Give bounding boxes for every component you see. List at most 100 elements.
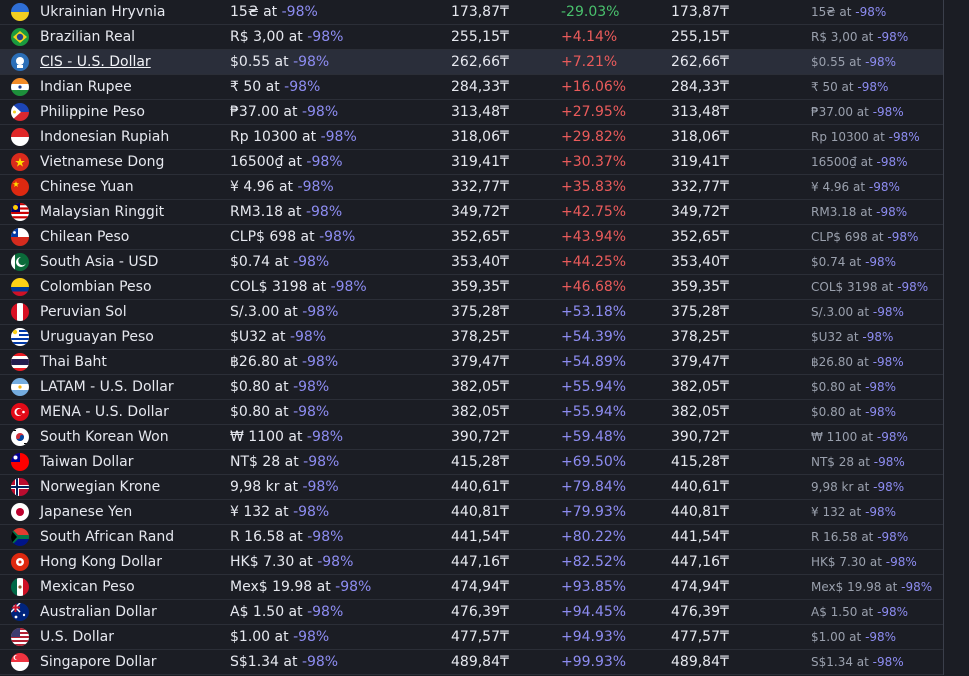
flag-my-icon bbox=[11, 203, 29, 221]
flag-kr-icon bbox=[11, 428, 29, 446]
flag-in-icon bbox=[11, 78, 29, 96]
table-row[interactable]: South Asia - USD $0.74 at -98% 353,40₸ +44.… bbox=[0, 250, 943, 275]
table-row[interactable]: Chinese Yuan ¥ 4.96 at -98% 332,77₸ +35.83%… bbox=[0, 175, 943, 200]
discount-percent: -98% bbox=[306, 428, 344, 445]
converted-price-secondary: 441,54₸ bbox=[671, 528, 729, 545]
original-price: COL$ 3198 at -98% bbox=[230, 275, 367, 300]
table-row[interactable]: South Korean Won ₩ 1100 at -98% 390,72₸ +59… bbox=[0, 425, 943, 450]
table-row[interactable]: CIS - U.S. Dollar $0.55 at -98% 262,66₸ +7.… bbox=[0, 50, 943, 75]
table-row[interactable]: Peruvian Sol S/.3.00 at -98% 375,28₸ +53.18… bbox=[0, 300, 943, 325]
discount-percent-secondary: -98% bbox=[885, 554, 917, 569]
table-row[interactable]: Hong Kong Dollar HK$ 7.30 at -98% 447,16₸ +… bbox=[0, 550, 943, 575]
discount-percent: -98% bbox=[335, 578, 372, 595]
table-row[interactable]: Taiwan Dollar NT$ 28 at -98% 415,28₸ +69.50… bbox=[0, 450, 943, 475]
original-price-secondary: R 16.58 at -98% bbox=[811, 525, 908, 550]
table-row[interactable]: Chilean Peso CLP$ 698 at -98% 352,65₸ +43.9… bbox=[0, 225, 943, 250]
price-text-secondary: 9,98 kr at bbox=[811, 479, 870, 494]
original-price-secondary: 9,98 kr at -98% bbox=[811, 475, 904, 500]
table-row[interactable]: Norwegian Krone 9,98 kr at -98% 440,61₸ +79… bbox=[0, 475, 943, 500]
flag-ua-icon bbox=[11, 3, 29, 21]
flag-th-icon bbox=[11, 353, 29, 371]
flag-jp-icon bbox=[11, 503, 29, 521]
price-difference: +42.75% bbox=[561, 203, 627, 220]
table-row[interactable]: Vietnamese Dong 16500₫ at -98% 319,41₸ +30.… bbox=[0, 150, 943, 175]
original-price-secondary: $0.55 at -98% bbox=[811, 50, 896, 75]
converted-price: 474,94₸ bbox=[451, 578, 509, 595]
original-price-secondary: $0.80 at -98% bbox=[811, 375, 896, 400]
table-row[interactable]: Indonesian Rupiah Rp 10300 at -98% 318,06₸… bbox=[0, 125, 943, 150]
region-name: Uruguayan Peso bbox=[40, 329, 154, 345]
region-name[interactable]: CIS - U.S. Dollar bbox=[40, 50, 151, 75]
converted-price-secondary: 390,72₸ bbox=[671, 428, 729, 445]
original-price: ₩ 1100 at -98% bbox=[230, 425, 343, 450]
discount-percent: -98% bbox=[307, 28, 344, 45]
original-price-secondary: Mex$ 19.98 at -98% bbox=[811, 575, 932, 600]
discount-percent: -98% bbox=[307, 528, 344, 545]
price-text: S$1.34 at bbox=[230, 653, 298, 670]
table-row[interactable]: Brazilian Real R$ 3,00 at -98% 255,15₸ +4.1… bbox=[0, 25, 943, 50]
original-price: R 16.58 at -98% bbox=[230, 525, 343, 550]
price-text-secondary: NT$ 28 at bbox=[811, 454, 870, 469]
discount-percent-secondary: -98% bbox=[876, 204, 908, 219]
table-row[interactable]: U.S. Dollar $1.00 at -98% 477,57₸ +94.93% 47… bbox=[0, 625, 943, 650]
converted-price: 255,15₸ bbox=[451, 28, 509, 45]
table-row[interactable]: Malaysian Ringgit RM3.18 at -98% 349,72₸ +4… bbox=[0, 200, 943, 225]
price-difference: +7.21% bbox=[561, 53, 618, 70]
table-row[interactable]: Mexican Peso Mex$ 19.98 at -98% 474,94₸ +93… bbox=[0, 575, 943, 600]
converted-price-secondary: 382,05₸ bbox=[671, 403, 729, 420]
table-row[interactable]: Japanese Yen ¥ 132 at -98% 440,81₸ +79.93% 4… bbox=[0, 500, 943, 525]
price-text: S/.3.00 at bbox=[230, 303, 298, 320]
table-row[interactable]: Colombian Peso COL$ 3198 at -98% 359,35₸ +4… bbox=[0, 275, 943, 300]
converted-price-secondary: 476,39₸ bbox=[671, 603, 729, 620]
table-row[interactable]: MENA - U.S. Dollar $0.80 at -98% 382,05₸ +5… bbox=[0, 400, 943, 425]
discount-percent: -98% bbox=[293, 628, 330, 645]
original-price: 15₴ at -98% bbox=[230, 0, 318, 25]
region-name: U.S. Dollar bbox=[40, 629, 114, 645]
discount-percent: -98% bbox=[297, 178, 334, 195]
original-price: $0.74 at -98% bbox=[230, 250, 329, 275]
flag-hk-icon bbox=[11, 553, 29, 571]
table-row[interactable]: LATAM - U.S. Dollar $0.80 at -98% 382,05₸ +… bbox=[0, 375, 943, 400]
converted-price-secondary: 440,61₸ bbox=[671, 478, 729, 495]
price-difference: +43.94% bbox=[561, 228, 627, 245]
original-price: CLP$ 698 at -98% bbox=[230, 225, 355, 250]
flag-ph-icon bbox=[11, 103, 29, 121]
price-text-secondary: $0.80 at bbox=[811, 404, 862, 419]
discount-percent: -98% bbox=[293, 53, 330, 70]
converted-price-secondary: 353,40₸ bbox=[671, 253, 729, 270]
table-row[interactable]: Thai Baht ฿26.80 at -98% 379,47₸ +54.89% 379… bbox=[0, 350, 943, 375]
table-row[interactable]: Ukrainian Hryvnia 15₴ at -98% 173,87₸ -29.0… bbox=[0, 0, 943, 25]
table-row[interactable]: Singapore Dollar S$1.34 at -98% 489,84₸ +99… bbox=[0, 650, 943, 675]
discount-percent: -98% bbox=[306, 153, 343, 170]
table-row[interactable]: Philippine Peso ₱37.00 at -98% 313,48₸ +27.… bbox=[0, 100, 943, 125]
table-row[interactable]: South African Rand R 16.58 at -98% 441,54₸… bbox=[0, 525, 943, 550]
original-price-secondary: RM3.18 at -98% bbox=[811, 200, 907, 225]
price-text-secondary: R 16.58 at bbox=[811, 529, 874, 544]
discount-percent: -98% bbox=[302, 478, 339, 495]
price-text: R$ 3,00 at bbox=[230, 28, 303, 45]
price-difference: +53.18% bbox=[561, 303, 627, 320]
discount-percent-secondary: -98% bbox=[901, 579, 933, 594]
price-text: 15₴ at bbox=[230, 3, 278, 20]
table-row[interactable]: Indian Rupee ₹ 50 at -98% 284,33₸ +16.06% 28… bbox=[0, 75, 943, 100]
region-name: Vietnamese Dong bbox=[40, 154, 165, 170]
original-price-secondary: $0.80 at -98% bbox=[811, 400, 896, 425]
region-name: Indonesian Rupiah bbox=[40, 129, 170, 145]
price-difference: +35.83% bbox=[561, 178, 627, 195]
original-price: ฿26.80 at -98% bbox=[230, 350, 338, 375]
table-row[interactable]: Australian Dollar A$ 1.50 at -98% 476,39₸ +… bbox=[0, 600, 943, 625]
original-price-secondary: $1.00 at -98% bbox=[811, 625, 896, 650]
price-text: ¥ 4.96 at bbox=[230, 178, 294, 195]
region-name: Norwegian Krone bbox=[40, 479, 161, 495]
discount-percent-secondary: -98% bbox=[877, 604, 909, 619]
table-row[interactable]: Uruguayan Peso $U32 at -98% 378,25₸ +54.39%… bbox=[0, 325, 943, 350]
converted-price: 284,33₸ bbox=[451, 78, 509, 95]
flag-uy-icon bbox=[11, 328, 29, 346]
region-name: Chilean Peso bbox=[40, 229, 130, 245]
price-difference: +55.94% bbox=[561, 403, 627, 420]
original-price-secondary: ¥ 4.96 at -98% bbox=[811, 175, 900, 200]
converted-price: 378,25₸ bbox=[451, 328, 509, 345]
flag-cl-icon bbox=[11, 228, 29, 246]
price-text: ₹ 50 at bbox=[230, 78, 280, 95]
converted-price: 382,05₸ bbox=[451, 378, 509, 395]
